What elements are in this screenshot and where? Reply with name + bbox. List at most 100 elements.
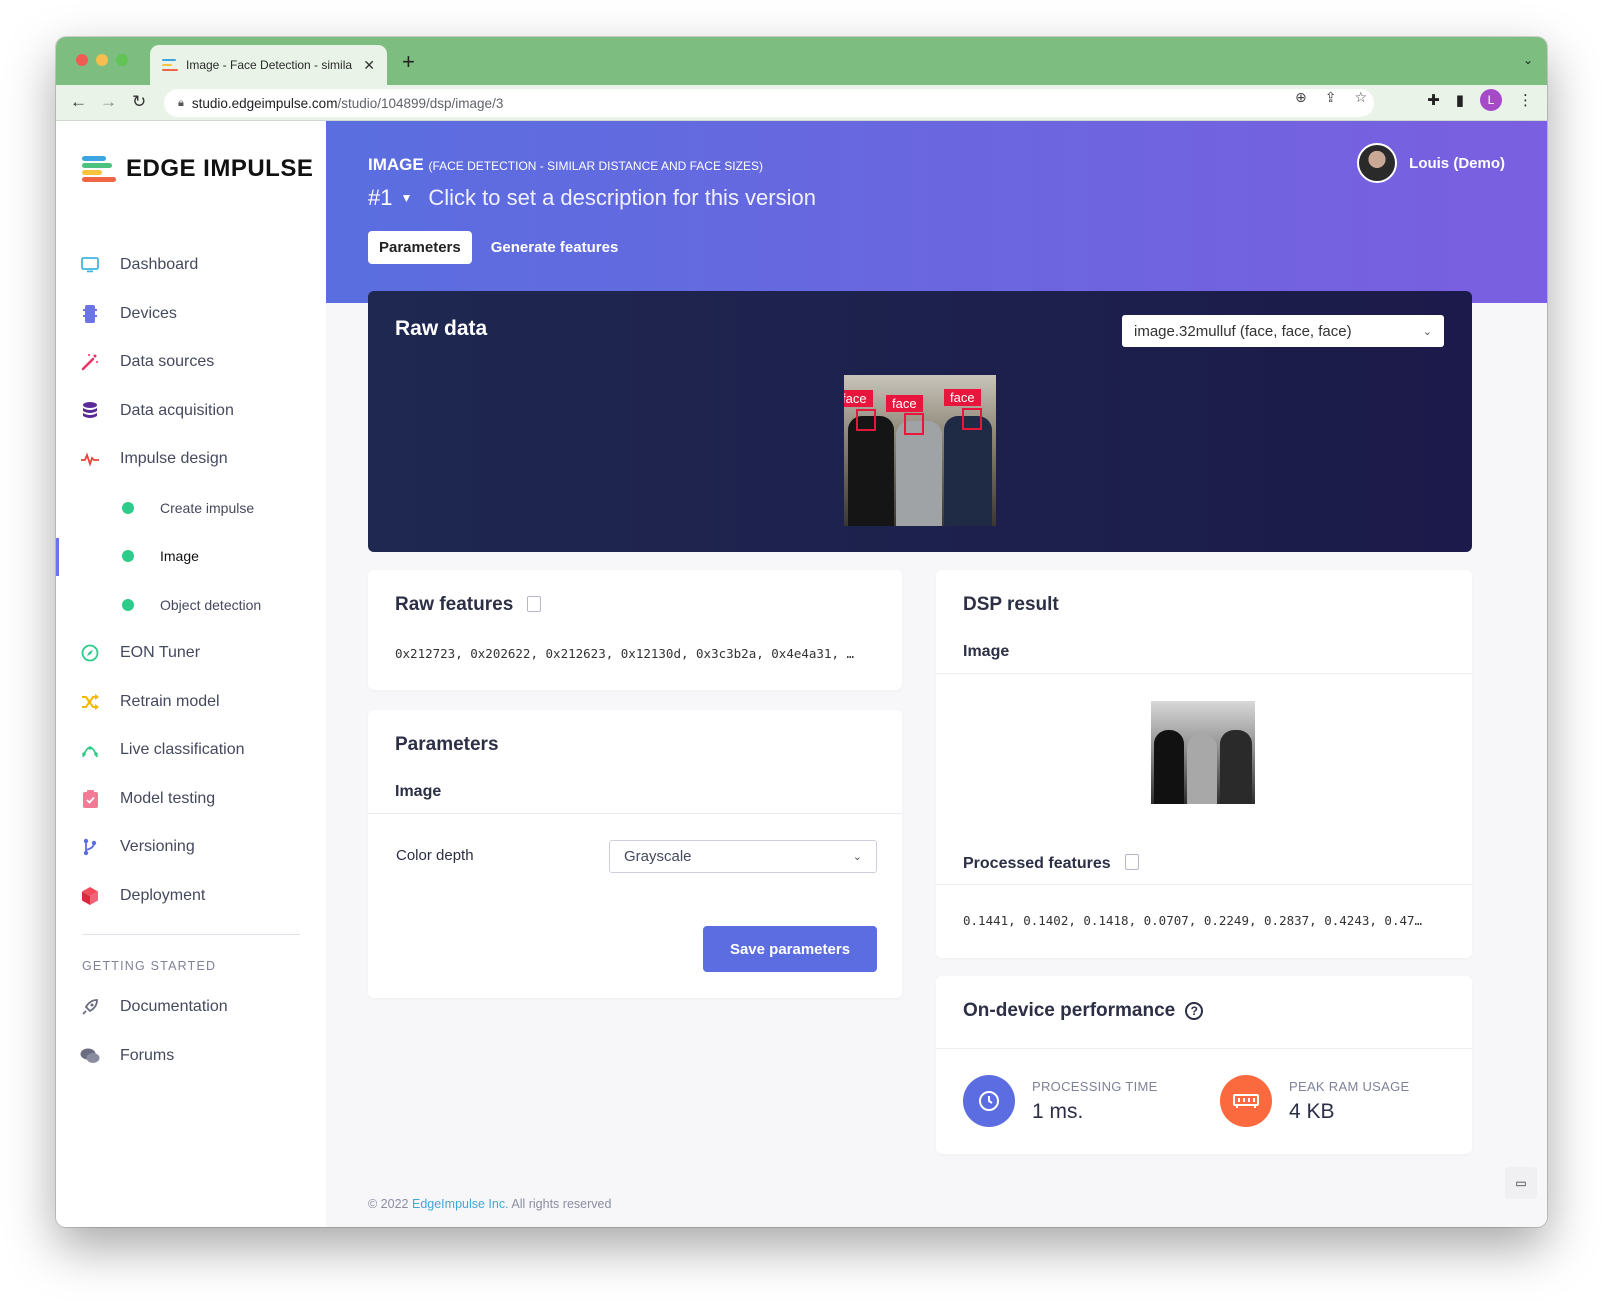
chat-bubbles-icon <box>80 1046 100 1066</box>
peak-ram-metric: PEAK RAM USAGE 4 KB <box>1220 1075 1410 1127</box>
bookmark-star-icon[interactable]: ☆ <box>1354 89 1367 106</box>
url-host: studio.edgeimpulse.com <box>191 95 338 111</box>
browser-menu-icon[interactable]: ⋮ <box>1518 91 1533 109</box>
chip-icon <box>80 304 100 324</box>
new-tab-button[interactable]: + <box>402 49 415 75</box>
tab-generate-features[interactable]: Generate features <box>480 231 630 264</box>
sidebar-item-label: Model testing <box>120 789 216 807</box>
back-button[interactable]: ← <box>70 92 87 112</box>
logo-mark-icon <box>82 156 118 182</box>
copy-icon[interactable] <box>1124 854 1139 870</box>
edge-impulse-favicon-icon <box>162 59 178 71</box>
sidebar-item-documentation[interactable]: Documentation <box>56 983 326 1032</box>
footer-company-link[interactable]: EdgeImpulse Inc. <box>412 1197 509 1211</box>
block-name: IMAGE <box>368 155 424 174</box>
maximize-window-button[interactable] <box>116 54 128 66</box>
clipboard-check-icon <box>80 789 100 809</box>
footer: © 2022 EdgeImpulse Inc. All rights reser… <box>368 1197 611 1211</box>
url-path: /studio/104899/dsp/image/3 <box>337 95 504 111</box>
person-shape <box>1187 734 1217 804</box>
sidebar-item-eon-tuner[interactable]: EON Tuner <box>56 629 326 678</box>
share-icon[interactable]: ⇪ <box>1325 89 1337 106</box>
sidebar-item-live-classification[interactable]: Live classification <box>56 726 326 775</box>
tab-parameters[interactable]: Parameters <box>368 231 472 264</box>
divider <box>368 813 902 814</box>
sidebar-item-object-detection[interactable]: Object detection <box>56 581 326 630</box>
raw-data-title: Raw data <box>395 317 488 340</box>
parameters-card: Parameters Image Color depth Grayscale ⌄… <box>368 710 902 998</box>
shuffle-icon <box>80 692 100 712</box>
tab-title: Image - Face Detection - simila <box>186 58 353 72</box>
pulse-icon <box>80 449 100 469</box>
color-depth-select[interactable]: Grayscale ⌄ <box>609 840 877 873</box>
sidebar-item-label: Forums <box>120 1046 175 1064</box>
sidebar-item-dashboard[interactable]: Dashboard <box>56 241 326 290</box>
divider <box>936 884 1472 885</box>
sidebar-item-forums[interactable]: Forums <box>56 1032 326 1081</box>
sidebar-item-model-testing[interactable]: Model testing <box>56 775 326 824</box>
lock-icon: 🔒︎ <box>178 96 184 109</box>
reload-button[interactable]: ↻ <box>132 92 146 112</box>
profile-avatar[interactable]: L <box>1480 89 1502 111</box>
version-dropdown[interactable]: #1 <box>368 185 392 211</box>
performance-card: On-device performance? PROCESSING TIME 1… <box>936 976 1472 1154</box>
magic-wand-icon <box>80 352 100 372</box>
sidebar-item-data-sources[interactable]: Data sources <box>56 338 326 387</box>
processed-features-values: 0.1441, 0.1402, 0.1418, 0.0707, 0.2249, … <box>963 913 1423 928</box>
sidebar-item-deployment[interactable]: Deployment <box>56 872 326 921</box>
help-circle-icon[interactable]: ? <box>1185 1002 1204 1020</box>
sidebar-item-image[interactable]: Image <box>56 532 326 581</box>
sample-select[interactable]: image.32mulluf (face, face, face) ⌄ <box>1122 315 1444 347</box>
tab-search-chevron-icon[interactable]: ⌄ <box>1523 53 1533 67</box>
person-shape <box>944 416 992 526</box>
project-name: (FACE DETECTION - SIMILAR DISTANCE AND F… <box>428 159 763 173</box>
parameters-title: Parameters <box>395 734 499 755</box>
user-menu[interactable]: Louis (Demo) <box>1357 143 1505 183</box>
close-tab-icon[interactable]: ✕ <box>363 57 375 74</box>
side-panel-icon[interactable]: ▮ <box>1456 91 1464 109</box>
sidebar-item-label: Data acquisition <box>120 401 234 419</box>
browser-tools: ✚ ▮ L ⋮ <box>1427 89 1533 111</box>
browser-toolbar: ← → ↻ 🔒︎ studio.edgeimpulse.com/studio/1… <box>56 85 1547 121</box>
raw-features-values: 0x212723, 0x202622, 0x212623, 0x12130d, … <box>395 646 855 661</box>
sidebar-item-label: Dashboard <box>120 256 199 274</box>
edge-impulse-logo[interactable]: EDGE IMPULSE <box>82 155 313 183</box>
processed-features-title: Processed features <box>963 854 1139 873</box>
caret-down-icon[interactable]: ▼ <box>400 191 412 205</box>
sidebar-item-create-impulse[interactable]: Create impulse <box>56 484 326 533</box>
sidebar-item-label: Data sources <box>120 353 215 371</box>
version-description[interactable]: Click to set a description for this vers… <box>428 185 816 211</box>
forward-button[interactable]: → <box>100 92 117 112</box>
extensions-puzzle-icon[interactable]: ✚ <box>1427 91 1440 109</box>
sidebar: EDGE IMPULSE Dashboard Devices Data sour… <box>56 121 326 1227</box>
antenna-icon <box>80 740 100 760</box>
sidebar-item-impulse-design[interactable]: Impulse design <box>56 435 326 484</box>
sidebar-item-versioning[interactable]: Versioning <box>56 823 326 872</box>
sidebar-item-label: Object detection <box>160 596 262 613</box>
browser-tab[interactable]: Image - Face Detection - simila ✕ <box>150 45 387 85</box>
dsp-result-title: DSP result <box>963 594 1059 615</box>
version-row: #1 ▼ Click to set a description for this… <box>368 185 816 211</box>
avatar <box>1357 143 1398 183</box>
address-bar[interactable]: 🔒︎ studio.edgeimpulse.com/studio/104899/… <box>164 89 1374 117</box>
footer-copyright: © 2022 <box>368 1197 409 1211</box>
copy-icon[interactable] <box>527 596 542 612</box>
sidebar-item-label: Live classification <box>120 741 245 759</box>
person-shape <box>1154 730 1184 804</box>
sidebar-item-devices[interactable]: Devices <box>56 290 326 339</box>
url-actions: ⊕ ⇪ ☆ <box>1295 89 1367 106</box>
color-depth-value: Grayscale <box>624 848 692 865</box>
sidebar-nav: Dashboard Devices Data sources Data acqu… <box>56 241 326 1080</box>
bounding-box <box>962 408 982 430</box>
minimize-window-button[interactable] <box>96 54 108 66</box>
bounding-box-label: face <box>886 395 923 412</box>
chevron-down-icon: ⌄ <box>1422 325 1432 338</box>
zoom-icon[interactable]: ⊕ <box>1295 89 1307 106</box>
feedback-chat-icon[interactable]: ▭ <box>1505 1167 1537 1199</box>
page-header: IMAGE (FACE DETECTION - SIMILAR DISTANCE… <box>326 121 1547 303</box>
sidebar-item-data-acquisition[interactable]: Data acquisition <box>56 387 326 436</box>
close-window-button[interactable] <box>76 54 88 66</box>
save-parameters-button[interactable]: Save parameters <box>703 926 877 972</box>
tab-strip: Image - Face Detection - simila ✕ + ⌄ <box>56 37 1547 85</box>
sidebar-item-retrain-model[interactable]: Retrain model <box>56 678 326 727</box>
